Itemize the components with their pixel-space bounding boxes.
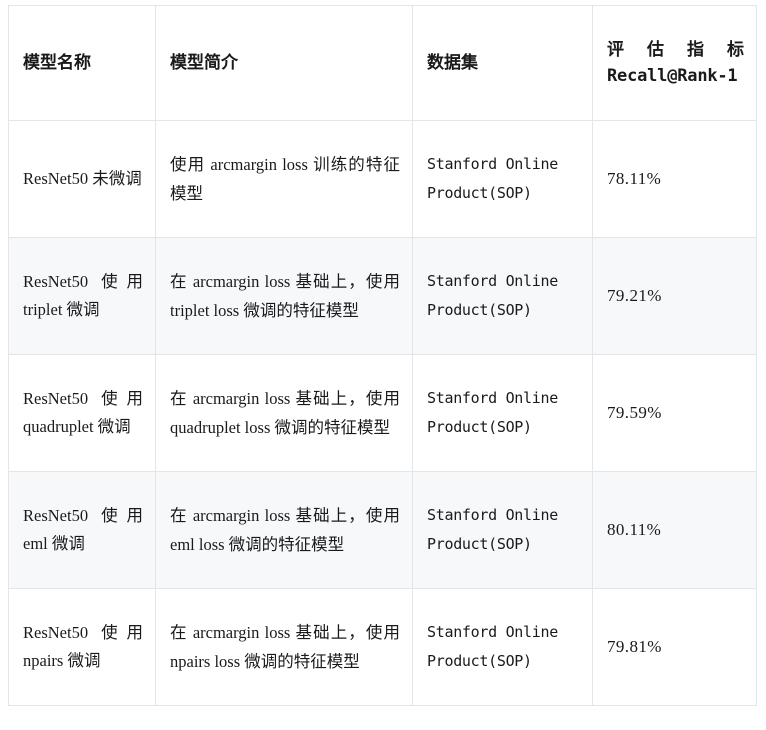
cell-model-intro: 在 arcmargin loss 基础上，使用 eml loss 微调的特征模型 bbox=[155, 471, 413, 589]
cell-model-name: ResNet50 使用 quadruplet 微调 bbox=[8, 354, 156, 472]
cell-dataset: Stanford Online Product(SOP) bbox=[412, 237, 593, 355]
column-header-model-name-label: 模型名称 bbox=[23, 52, 91, 73]
cell-metric-value: 78.11% bbox=[592, 120, 757, 238]
cell-dataset: Stanford Online Product(SOP) bbox=[412, 120, 593, 238]
cell-model-intro: 在 arcmargin loss 基础上，使用 npairs loss 微调的特… bbox=[155, 588, 413, 706]
cell-metric-value: 79.21% bbox=[592, 237, 757, 355]
table-body: ResNet50 未微调 使用 arcmargin loss 训练的特征模型 S… bbox=[8, 120, 757, 706]
column-header-model-intro-label: 模型简介 bbox=[170, 52, 238, 73]
table-row: ResNet50 使用 quadruplet 微调 在 arcmargin lo… bbox=[8, 354, 757, 472]
column-header-dataset: 数据集 bbox=[412, 5, 593, 121]
cell-model-name: ResNet50 使用 npairs 微调 bbox=[8, 588, 156, 706]
table-header: 模型名称 模型简介 数据集 评估指标 Recall@Rank-1 bbox=[8, 5, 757, 121]
cell-metric-value: 79.81% bbox=[592, 588, 757, 706]
cell-dataset: Stanford Online Product(SOP) bbox=[412, 588, 593, 706]
cell-model-name: ResNet50 使用 eml 微调 bbox=[8, 471, 156, 589]
column-header-metric-sublabel: Recall@Rank-1 bbox=[607, 66, 738, 86]
results-table-container: 模型名称 模型简介 数据集 评估指标 Recall@Rank-1 ResNet5… bbox=[8, 5, 757, 706]
table-row: ResNet50 使用 eml 微调 在 arcmargin loss 基础上，… bbox=[8, 471, 757, 589]
cell-model-name: ResNet50 使用 triplet 微调 bbox=[8, 237, 156, 355]
cell-dataset: Stanford Online Product(SOP) bbox=[412, 354, 593, 472]
cell-model-intro: 在 arcmargin loss 基础上，使用 triplet loss 微调的… bbox=[155, 237, 413, 355]
column-header-metric-label: 评估指标 bbox=[607, 39, 744, 60]
cell-model-intro: 使用 arcmargin loss 训练的特征模型 bbox=[155, 120, 413, 238]
column-header-model-name: 模型名称 bbox=[8, 5, 156, 121]
table-row: ResNet50 使用 npairs 微调 在 arcmargin loss 基… bbox=[8, 588, 757, 706]
cell-model-name: ResNet50 未微调 bbox=[8, 120, 156, 238]
column-header-dataset-label: 数据集 bbox=[427, 52, 478, 73]
column-header-model-intro: 模型简介 bbox=[155, 5, 413, 121]
table-row: ResNet50 使用 triplet 微调 在 arcmargin loss … bbox=[8, 237, 757, 355]
cell-metric-value: 80.11% bbox=[592, 471, 757, 589]
model-evaluation-table: 模型名称 模型简介 数据集 评估指标 Recall@Rank-1 ResNet5… bbox=[8, 5, 757, 706]
cell-dataset: Stanford Online Product(SOP) bbox=[412, 471, 593, 589]
table-header-row: 模型名称 模型简介 数据集 评估指标 Recall@Rank-1 bbox=[8, 5, 757, 121]
table-row: ResNet50 未微调 使用 arcmargin loss 训练的特征模型 S… bbox=[8, 120, 757, 238]
cell-model-intro: 在 arcmargin loss 基础上，使用 quadruplet loss … bbox=[155, 354, 413, 472]
cell-metric-value: 79.59% bbox=[592, 354, 757, 472]
column-header-metric: 评估指标 Recall@Rank-1 bbox=[592, 5, 757, 121]
